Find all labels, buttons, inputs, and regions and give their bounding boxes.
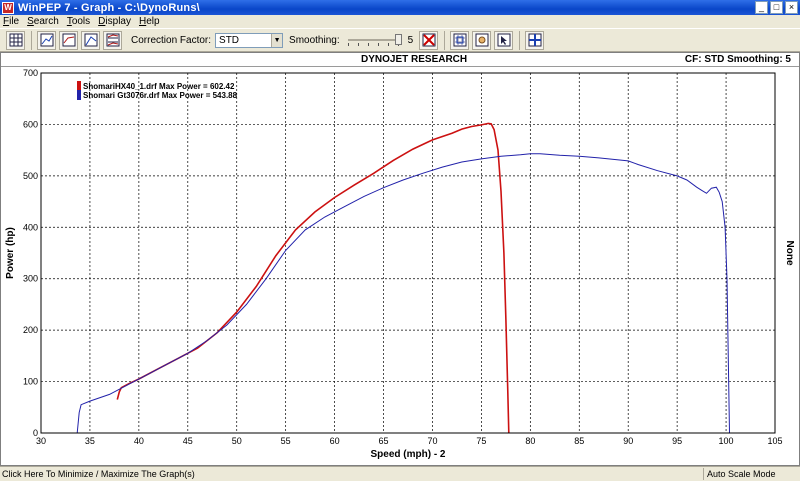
- table-icon: [9, 33, 22, 47]
- smoothing-slider[interactable]: [347, 33, 402, 48]
- menu-file[interactable]: File: [3, 16, 19, 27]
- x-tick-label: 75: [476, 436, 486, 446]
- chart-grid: [41, 73, 775, 433]
- status-bar: Click Here To Minimize / Maximize The Gr…: [0, 466, 800, 481]
- x-tick-label: 50: [232, 436, 242, 446]
- y-tick-label: 200: [23, 325, 38, 335]
- chevron-down-icon[interactable]: ▼: [271, 33, 283, 47]
- zoom-button[interactable]: [450, 30, 470, 50]
- right-axis-label: None: [784, 241, 795, 266]
- graph-icon: [84, 33, 97, 47]
- status-minimize-hint[interactable]: Click Here To Minimize / Maximize The Gr…: [2, 469, 195, 479]
- slider-thumb[interactable]: [394, 33, 402, 45]
- status-separator: [703, 468, 704, 480]
- cursor-button[interactable]: [494, 30, 514, 50]
- smoothing-value: 5: [407, 34, 414, 46]
- x-tick-label: 40: [134, 436, 144, 446]
- maximize-icon[interactable]: □: [770, 1, 783, 14]
- y-tick-label: 0: [33, 428, 38, 438]
- close-icon[interactable]: ×: [785, 1, 798, 14]
- y-tick-label: 300: [23, 274, 38, 284]
- chart-legend: ShomariHX40_1.drf Max Power = 602.42 Sho…: [77, 81, 238, 100]
- toolbar-separator: [31, 30, 32, 50]
- correction-factor-label: Correction Factor:: [131, 34, 212, 46]
- graph-title: DYNOJET RESEARCH: [361, 54, 468, 65]
- menu-bar: File Search Tools Display Help: [0, 15, 800, 28]
- x-tick-label: 105: [767, 436, 782, 446]
- y-axis-label: Power (hp): [5, 227, 16, 279]
- pan-button[interactable]: [472, 30, 492, 50]
- title-bar: W WinPEP 7 - Graph - C:\DynoRuns\ _ □ ×: [0, 0, 800, 15]
- x-tick-label: 55: [281, 436, 291, 446]
- dyno-chart[interactable]: 30 35 40 45 50 55 60 65 70 75 80 85 90 95 100 105010020…: [1, 67, 799, 465]
- toolbar-separator: [519, 30, 521, 50]
- graph-header: DYNOJET RESEARCH CF: STD Smoothing: 5: [1, 53, 799, 67]
- menu-tools[interactable]: Tools: [67, 16, 90, 27]
- y-tick-label: 700: [23, 68, 38, 78]
- zoom-graph-icon: [453, 33, 467, 47]
- cursor-icon: [497, 33, 511, 47]
- window-title: WinPEP 7 - Graph - C:\DynoRuns\: [18, 1, 200, 14]
- toolbar: Correction Factor: STD ▼ Smoothing: 5: [0, 28, 800, 52]
- x-tick-label: 80: [525, 436, 535, 446]
- crosshair-button[interactable]: [525, 30, 545, 50]
- clear-graph-icon: [422, 33, 436, 47]
- series-line-1: [76, 153, 730, 434]
- graph-view-button-3[interactable]: [81, 30, 100, 50]
- x-tick-label: 45: [183, 436, 193, 446]
- hand-icon: [475, 33, 489, 47]
- graph-view-button-4[interactable]: [103, 30, 122, 50]
- x-tick-label: 95: [672, 436, 682, 446]
- menu-help[interactable]: Help: [139, 16, 160, 27]
- correction-factor-value: STD: [219, 34, 240, 46]
- smoothing-label: Smoothing:: [289, 34, 340, 46]
- x-tick-label: 65: [379, 436, 389, 446]
- x-tick-label: 100: [719, 436, 734, 446]
- app-icon[interactable]: W: [2, 1, 14, 14]
- graph-icon: [62, 33, 75, 47]
- x-tick-label: 85: [574, 436, 584, 446]
- crosshair-icon: [528, 33, 542, 47]
- window-controls: _ □ ×: [755, 1, 798, 14]
- y-tick-label: 600: [23, 119, 38, 129]
- clear-graph-button[interactable]: [419, 30, 439, 50]
- toolbar-separator: [444, 30, 446, 50]
- run-table-button[interactable]: [6, 30, 25, 50]
- y-tick-label: 400: [23, 222, 38, 232]
- chart-series: [76, 122, 730, 434]
- y-tick-label: 100: [23, 377, 38, 387]
- graph-view-button-1[interactable]: [37, 30, 56, 50]
- slider-ticks: [347, 42, 402, 46]
- minimize-icon[interactable]: _: [755, 1, 768, 14]
- graph-panel[interactable]: DYNOJET RESEARCH CF: STD Smoothing: 5 30…: [0, 52, 800, 466]
- legend-entry-0: ShomariHX40_1.drf Max Power = 602.42: [83, 82, 235, 91]
- menu-search[interactable]: Search: [27, 16, 59, 27]
- x-tick-label: 90: [623, 436, 633, 446]
- legend-swatch-red: [77, 81, 81, 91]
- legend-entry-1: Shomari Gt3076r.drf Max Power = 543.88: [83, 91, 238, 100]
- graph-info: CF: STD Smoothing: 5: [684, 54, 791, 65]
- legend-swatch-blue: [77, 90, 81, 100]
- correction-factor-select[interactable]: STD ▼: [215, 32, 284, 48]
- x-tick-label: 35: [85, 436, 95, 446]
- graph-icon: [40, 33, 53, 47]
- slider-track: [347, 38, 402, 41]
- graph-view-button-2[interactable]: [59, 30, 78, 50]
- menu-display[interactable]: Display: [98, 16, 131, 27]
- stacked-graph-icon: [106, 33, 119, 47]
- x-tick-label: 60: [330, 436, 340, 446]
- x-tick-label: 70: [427, 436, 437, 446]
- plot-border: [40, 72, 776, 434]
- x-axis-label: Speed (mph) - 2: [370, 449, 445, 460]
- status-scale-mode: Auto Scale Mode: [707, 469, 776, 479]
- y-tick-label: 500: [23, 171, 38, 181]
- series-line-0: [116, 122, 510, 434]
